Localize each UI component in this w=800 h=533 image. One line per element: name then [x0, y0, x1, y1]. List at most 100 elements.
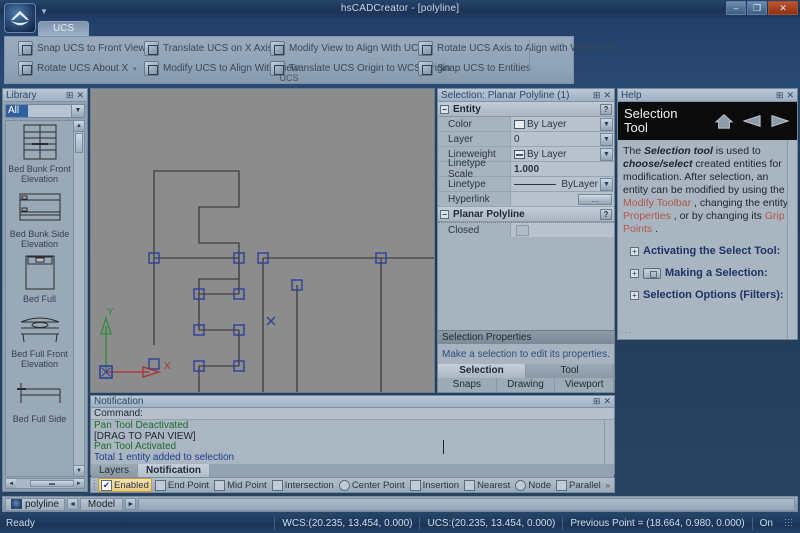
tab-scroll-right-icon[interactable]: ►	[125, 498, 137, 510]
toolbar-overflow-button[interactable]: »	[606, 481, 612, 490]
notification-panel-title: Notification	[94, 396, 144, 407]
chevron-down-icon[interactable]: ▼	[600, 147, 613, 161]
snap-end-point[interactable]: End Point	[153, 478, 211, 492]
tab-drawing[interactable]: Drawing	[496, 378, 556, 392]
property-value-cell[interactable]: 0 ▼	[510, 132, 614, 146]
checkbox-checked-icon[interactable]: ✔	[101, 479, 112, 491]
expand-icon[interactable]: +	[630, 291, 639, 300]
help-toc-making-a-selection[interactable]: + Making a Selection:	[623, 267, 791, 280]
tab-snaps[interactable]: Snaps	[438, 378, 497, 392]
quick-access-caret[interactable]: ▼	[40, 7, 48, 16]
ribbon-tab-ucs[interactable]: UCS	[38, 21, 90, 36]
drawing-canvas[interactable]: Y X	[90, 88, 435, 393]
scrollbar-thumb[interactable]: ▬	[30, 480, 74, 487]
property-value-cell[interactable]: ByLayer ▼	[510, 177, 614, 191]
snap-parallel[interactable]: Parallel	[554, 478, 603, 492]
help-toc-selection-options-filters[interactable]: + Selection Options (Filters):	[623, 289, 791, 302]
help-link-properties[interactable]: Properties	[623, 210, 671, 222]
list-item[interactable]: Bed Bunk Side Elevation	[6, 188, 73, 249]
help-icon[interactable]: ?	[600, 208, 612, 220]
close-icon[interactable]: ✕	[76, 90, 84, 101]
chevron-down-icon[interactable]: ▼	[600, 132, 613, 146]
tab-layers[interactable]: Layers	[91, 464, 139, 477]
property-section-entity[interactable]: − Entity ?	[438, 102, 614, 117]
close-icon[interactable]: ✕	[603, 90, 611, 101]
snap-node[interactable]: Node	[513, 478, 553, 492]
ellipsis-button[interactable]: ...	[578, 193, 612, 205]
snap-nearest[interactable]: Nearest	[462, 478, 512, 492]
back-arrow-icon[interactable]	[741, 112, 763, 130]
application-menu-orb[interactable]	[4, 3, 36, 33]
chevron-down-icon[interactable]: ▼	[600, 177, 613, 191]
list-item[interactable]: Bed Full Side	[6, 373, 73, 424]
selection-tabs-row-2: Snaps Drawing Viewport	[438, 378, 615, 392]
status-wcs-coordinates: WCS:(20.235, 13.454, 0.000)	[274, 516, 419, 530]
layout-tab-model[interactable]: Model	[79, 497, 124, 511]
status-toggle-state[interactable]: On	[751, 516, 780, 530]
property-row-hyperlink[interactable]: Hyperlink ...	[438, 192, 614, 207]
resize-grip[interactable]	[784, 518, 794, 528]
command-log[interactable]: Pan Tool Deactivated [DRAG TO PAN VIEW] …	[91, 420, 614, 464]
help-text-4: , changing the entity	[691, 197, 788, 209]
pin-icon[interactable]: ⊞	[593, 396, 601, 407]
help-icon[interactable]: ?	[600, 103, 612, 115]
scroll-up-icon[interactable]: ▲	[74, 121, 84, 132]
minimize-button[interactable]: –	[726, 1, 746, 15]
tab-notification[interactable]: Notification	[138, 464, 211, 477]
snap-toggle-enabled[interactable]: ✔ Enabled	[98, 478, 152, 492]
canvas-viewport[interactable]: Y X	[91, 89, 434, 392]
scroll-down-icon[interactable]: ▼	[74, 465, 84, 476]
tab-selection[interactable]: Selection	[438, 364, 526, 378]
property-row-layer[interactable]: Layer 0 ▼	[438, 132, 614, 147]
list-item[interactable]: Bed Full	[6, 253, 73, 304]
expand-icon[interactable]: +	[630, 269, 639, 278]
tab-viewport[interactable]: Viewport	[555, 378, 615, 392]
chevron-down-icon[interactable]: ▼	[600, 117, 613, 131]
collapse-icon[interactable]: −	[440, 209, 449, 219]
property-section-planar-polyline[interactable]: − Planar Polyline ?	[438, 207, 614, 222]
chevron-down-icon[interactable]: ▼	[71, 105, 84, 117]
ribbon-button-rotate-ucs-axis-to-align-with-wcs-axis[interactable]: Rotate UCS Axis to Align with WCS Axis	[415, 40, 618, 57]
checkbox-icon[interactable]	[516, 224, 529, 236]
close-icon[interactable]: ✕	[603, 396, 611, 407]
property-row-linetype-scale[interactable]: Linetype Scale 1.000	[438, 158, 614, 180]
help-vertical-scrollbar[interactable]	[787, 140, 797, 339]
list-item[interactable]: Bed Bunk Front Elevation	[6, 123, 73, 184]
help-link-modify-toolbar[interactable]: Modify Toolbar	[623, 197, 691, 209]
forward-arrow-icon[interactable]	[769, 112, 791, 130]
document-tab-polyline[interactable]: polyline	[5, 497, 65, 511]
collapse-icon[interactable]: −	[440, 104, 449, 114]
tab-scroll-left-icon[interactable]: ◄	[66, 498, 78, 510]
snap-mid-point[interactable]: Mid Point	[212, 478, 269, 492]
home-icon[interactable]	[713, 112, 735, 130]
property-value-cell[interactable]: By Layer ▼	[510, 117, 614, 131]
list-item[interactable]: Bed Full Front Elevation	[6, 308, 73, 369]
property-value-cell[interactable]: 1.000	[510, 162, 614, 176]
library-filter-combobox[interactable]: All ▼	[5, 104, 85, 118]
property-value-cell[interactable]: ...	[510, 192, 614, 206]
expand-icon[interactable]: +	[630, 247, 639, 256]
close-icon[interactable]: ✕	[786, 90, 794, 101]
snap-center-point[interactable]: Center Point	[337, 478, 407, 492]
property-value-cell[interactable]	[510, 223, 614, 237]
maximize-button[interactable]: ❐	[747, 1, 767, 15]
command-log-scrollbar[interactable]	[604, 420, 614, 464]
scroll-right-icon[interactable]: ►	[73, 479, 84, 488]
snap-intersection[interactable]: Intersection	[270, 478, 336, 492]
property-row-closed[interactable]: Closed	[438, 222, 614, 237]
library-vertical-scrollbar[interactable]: ▲ ▼	[73, 121, 84, 476]
pin-icon[interactable]: ⊞	[66, 90, 74, 101]
scroll-left-icon[interactable]: ◄	[6, 479, 17, 488]
property-row-color[interactable]: Color By Layer ▼	[438, 117, 614, 132]
pin-icon[interactable]: ⊞	[593, 90, 601, 101]
snap-insertion[interactable]: Insertion	[408, 478, 461, 492]
property-value-cell[interactable]: By Layer ▼	[510, 147, 614, 161]
pin-icon[interactable]: ⊞	[776, 90, 784, 101]
scrollbar-thumb[interactable]	[75, 133, 83, 153]
close-button[interactable]: ✕	[768, 1, 798, 15]
help-toc-activating-select-tool[interactable]: + Activating the Select Tool:	[623, 245, 791, 258]
library-horizontal-scrollbar[interactable]: ◄ ▬ ►	[5, 478, 85, 489]
toolbar-grip-handle[interactable]	[93, 479, 97, 491]
tab-tool[interactable]: Tool	[526, 364, 614, 378]
property-row-linetype[interactable]: Linetype ByLayer ▼	[438, 177, 614, 192]
